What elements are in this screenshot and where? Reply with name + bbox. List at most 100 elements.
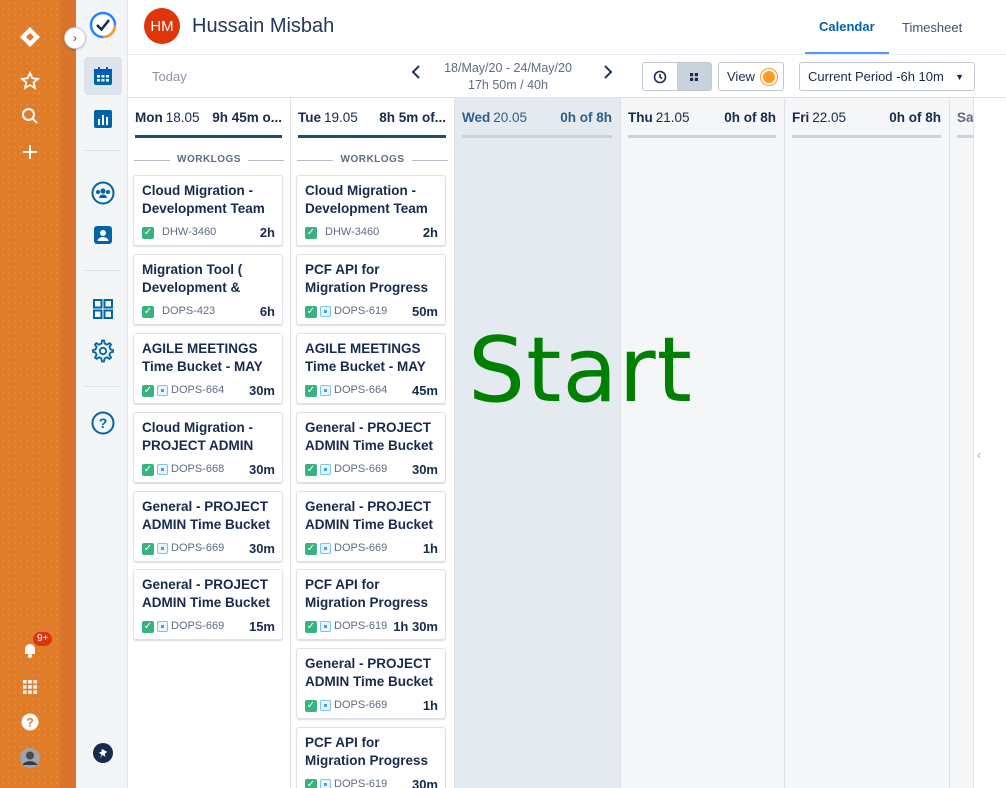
app-switcher-icon[interactable] bbox=[18, 675, 42, 699]
search-icon[interactable] bbox=[18, 104, 42, 128]
day-column-wednesday[interactable]: Wed 20.05 0h of 8h bbox=[455, 98, 621, 788]
day-header-wednesday: Wed 20.05 0h of 8h bbox=[462, 110, 612, 138]
worklog-card[interactable]: General - PROJECT ADMIN Time Bucket - ✓ … bbox=[133, 569, 283, 640]
worklog-title: Cloud Migration - Development Team bbox=[305, 183, 428, 216]
period-hours: 17h 50m / 40h bbox=[468, 78, 548, 92]
pin-icon[interactable] bbox=[84, 734, 122, 772]
day-column-monday[interactable]: Mon 18.05 9h 45m o... WORKLOGS Cloud Migr… bbox=[128, 98, 291, 788]
settings-gear-icon[interactable] bbox=[84, 332, 122, 370]
svg-text:?: ? bbox=[26, 716, 33, 730]
issue-key[interactable]: DOPS-619 bbox=[334, 620, 387, 632]
caret-down-icon: ▼ bbox=[955, 72, 964, 82]
issue-key[interactable]: DOPS-423 bbox=[162, 305, 215, 317]
worklog-duration: 15m bbox=[248, 619, 275, 634]
subtask-icon bbox=[157, 464, 168, 475]
worklog-duration: 30m bbox=[248, 462, 275, 477]
worklog-title: General - PROJECT ADMIN Time Bucket - bbox=[142, 577, 271, 610]
help-icon[interactable]: ? bbox=[18, 710, 42, 734]
day-column-thursday[interactable]: Thu 21.05 0h of 8h bbox=[621, 98, 785, 788]
worklog-card[interactable]: Migration Tool ( Development & ✓ DOPS-42… bbox=[133, 254, 283, 325]
issue-key[interactable]: DOPS-669 bbox=[334, 463, 387, 475]
day-header-tuesday: Tue 19.05 8h 5m of... bbox=[298, 110, 446, 138]
apps-grid-icon[interactable] bbox=[84, 290, 122, 328]
create-plus-icon[interactable] bbox=[18, 140, 42, 164]
notification-badge: 9+ bbox=[33, 632, 53, 646]
issue-key[interactable]: DOPS-664 bbox=[171, 384, 224, 396]
subtask-icon bbox=[320, 621, 331, 632]
collapse-sidebar-button[interactable]: › bbox=[64, 27, 86, 49]
page-title: Hussain Misbah bbox=[192, 15, 335, 37]
period-display: 18/May/20 - 24/May/20 17h 50m / 40h bbox=[428, 60, 588, 94]
tab-timesheet[interactable]: Timesheet bbox=[888, 0, 976, 54]
issue-key[interactable]: DOPS-669 bbox=[171, 620, 224, 632]
worklog-card[interactable]: PCF API for Migration Progress ✓ DOPS-61… bbox=[296, 727, 446, 788]
worklog-card[interactable]: General - PROJECT ADMIN Time Bucket - ✓ … bbox=[296, 412, 446, 483]
worklog-card[interactable]: PCF API for Migration Progress ✓ DOPS-61… bbox=[296, 254, 446, 325]
worklog-title: PCF API for Migration Progress bbox=[305, 577, 429, 610]
clock-icon bbox=[653, 70, 667, 83]
day-column-saturday[interactable]: Sa bbox=[950, 98, 974, 788]
user-profile-icon[interactable] bbox=[84, 216, 122, 254]
day-column-friday[interactable]: Fri 22.05 0h of 8h bbox=[785, 98, 950, 788]
view-button-label: View bbox=[727, 69, 755, 84]
checkbox-done-icon: ✓ bbox=[142, 306, 154, 318]
sidebar-separator bbox=[84, 386, 120, 387]
worklog-title: PCF API for Migration Progress bbox=[305, 262, 429, 295]
previous-period-button[interactable] bbox=[410, 64, 422, 85]
worklog-card[interactable]: Cloud Migration - PROJECT ADMIN ✓ DOPS-6… bbox=[133, 412, 283, 483]
worklog-card[interactable]: General - PROJECT ADMIN Time Bucket - ✓ … bbox=[133, 491, 283, 562]
tab-calendar[interactable]: Calendar bbox=[805, 0, 889, 54]
day-hours: 0h of 8h bbox=[724, 110, 776, 125]
clock-view-button[interactable] bbox=[643, 63, 677, 90]
checkbox-done-icon: ✓ bbox=[305, 543, 317, 555]
day-header-saturday: Sa bbox=[957, 110, 973, 138]
jira-logo-icon[interactable] bbox=[18, 25, 42, 49]
worklog-card[interactable]: Cloud Migration - Development Team ✓ DHW… bbox=[296, 175, 446, 246]
issue-key[interactable]: DOPS-664 bbox=[334, 384, 387, 396]
issue-key[interactable]: DOPS-669 bbox=[171, 542, 224, 554]
help-circle-icon[interactable]: ? bbox=[84, 404, 122, 442]
worklog-duration: 30m bbox=[411, 462, 438, 477]
expand-panel-chevron-icon[interactable]: ‹ bbox=[977, 448, 981, 462]
issue-key[interactable]: DOPS-668 bbox=[171, 463, 224, 475]
reports-icon[interactable] bbox=[84, 100, 122, 138]
view-button[interactable]: View bbox=[718, 62, 784, 91]
sidebar-separator bbox=[84, 150, 120, 151]
tempo-logo-icon[interactable] bbox=[84, 6, 122, 44]
plugin-sidebar: ? bbox=[76, 0, 128, 788]
checkbox-done-icon: ✓ bbox=[305, 700, 317, 712]
issue-key[interactable]: DOPS-669 bbox=[334, 699, 387, 711]
grid-view-button[interactable] bbox=[677, 63, 711, 90]
issue-key[interactable]: DOPS-669 bbox=[334, 542, 387, 554]
worklog-card[interactable]: General - PROJECT ADMIN Time Bucket - ✓ … bbox=[296, 491, 446, 562]
day-header-thursday: Thu 21.05 0h of 8h bbox=[628, 110, 776, 138]
current-period-select[interactable]: Current Period -6h 10m ▼ bbox=[799, 62, 975, 91]
next-period-button[interactable] bbox=[602, 64, 614, 85]
day-name: Mon bbox=[135, 110, 163, 125]
issue-key[interactable]: DHW-3460 bbox=[325, 226, 379, 238]
worklog-card[interactable]: PCF API for Migration Progress ✓ DOPS-61… bbox=[296, 569, 446, 640]
star-icon[interactable] bbox=[18, 69, 42, 93]
issue-key[interactable]: DOPS-619 bbox=[334, 305, 387, 317]
issue-key[interactable]: DHW-3460 bbox=[162, 226, 216, 238]
worklog-card[interactable]: AGILE MEETINGS Time Bucket - MAY ✓ DOPS-… bbox=[133, 333, 283, 404]
subtask-icon bbox=[157, 621, 168, 632]
worklog-card[interactable]: Cloud Migration - Development Team ✓ DHW… bbox=[133, 175, 283, 246]
day-column-tuesday[interactable]: Tue 19.05 8h 5m of... WORKLOGS Cloud Migr… bbox=[291, 98, 455, 788]
worklog-title: General - PROJECT ADMIN Time Bucket - bbox=[305, 420, 434, 453]
chevron-right-icon bbox=[604, 65, 613, 79]
subtask-icon bbox=[320, 779, 331, 788]
worklog-duration: 1h bbox=[422, 698, 438, 713]
worklog-card[interactable]: AGILE MEETINGS Time Bucket - MAY ✓ DOPS-… bbox=[296, 333, 446, 404]
issue-key[interactable]: DOPS-619 bbox=[334, 778, 387, 788]
worklog-card[interactable]: General - PROJECT ADMIN Time Bucket - ✓ … bbox=[296, 648, 446, 719]
checkbox-done-icon: ✓ bbox=[142, 385, 154, 397]
user-avatar-icon[interactable] bbox=[18, 746, 42, 770]
calendar-icon[interactable] bbox=[84, 57, 122, 95]
period-range: 18/May/20 - 24/May/20 bbox=[444, 61, 572, 75]
day-header-monday: Mon 18.05 9h 45m o... bbox=[135, 110, 282, 138]
subtask-icon bbox=[320, 700, 331, 711]
teams-icon[interactable] bbox=[84, 174, 122, 212]
subtask-icon bbox=[320, 543, 331, 554]
today-button[interactable]: Today bbox=[152, 69, 187, 84]
